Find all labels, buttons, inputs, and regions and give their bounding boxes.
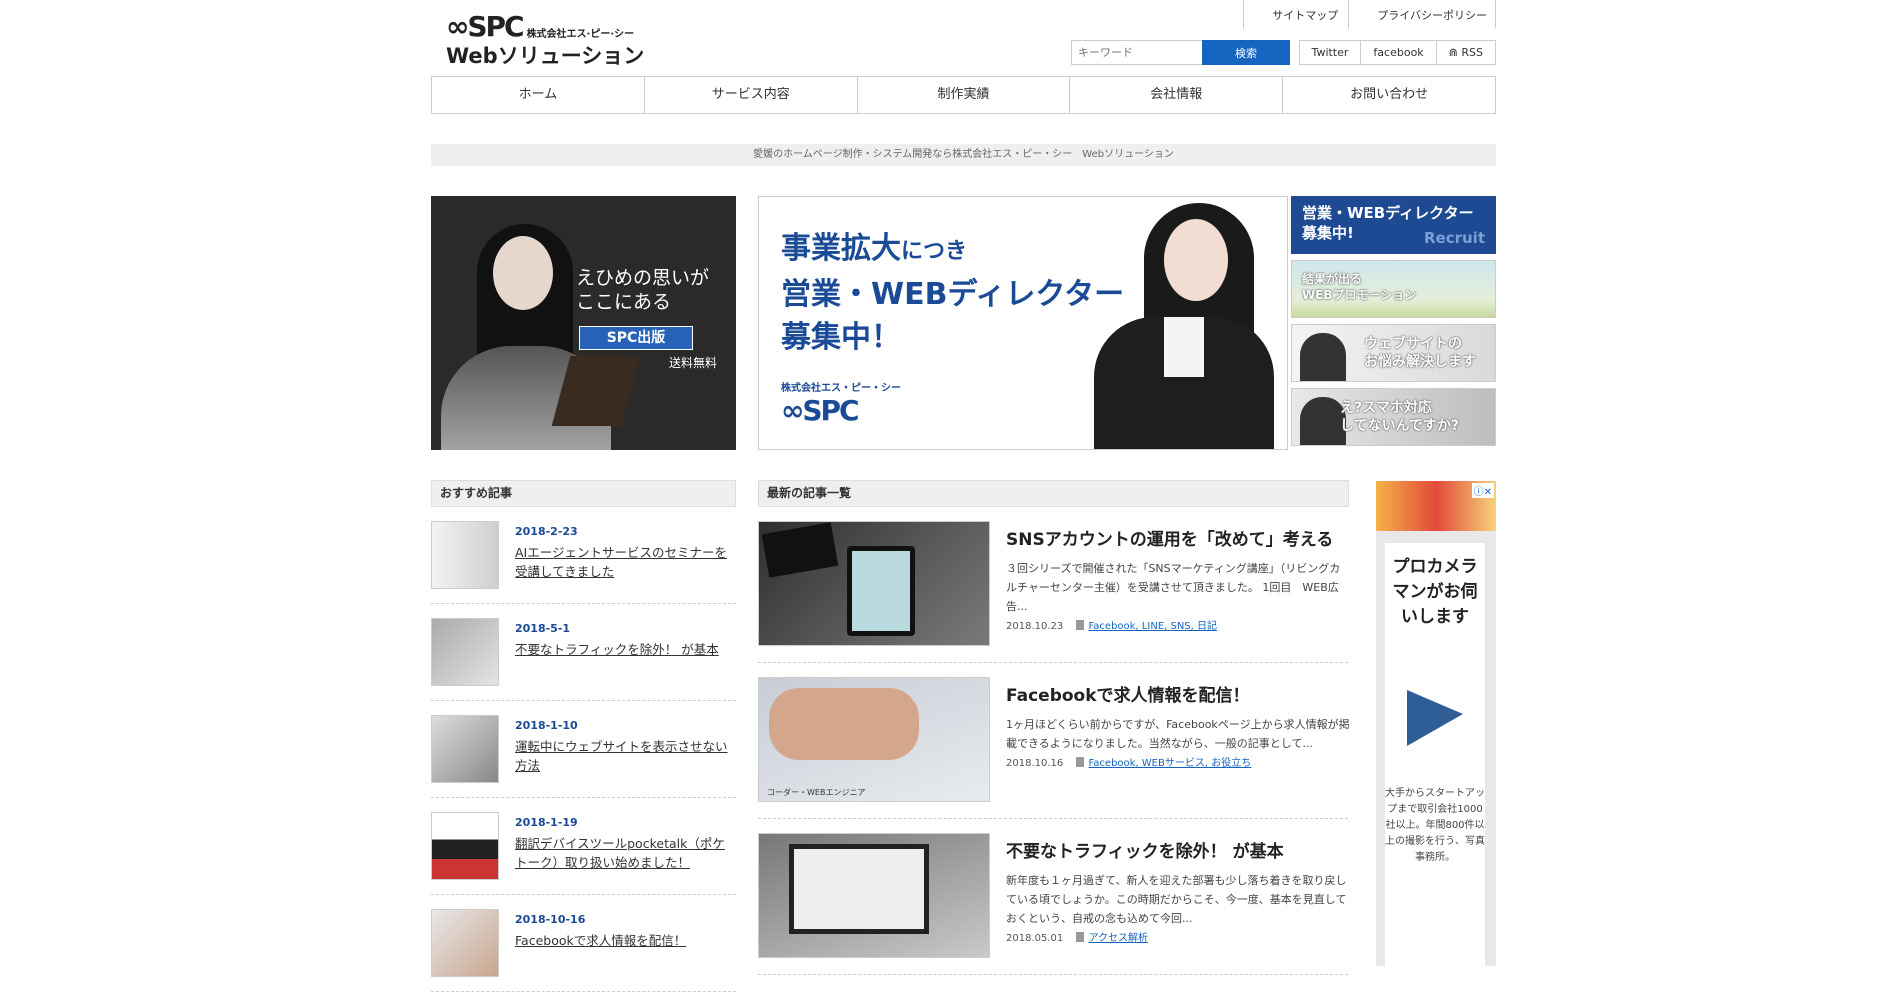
facebook-link[interactable]: facebook: [1361, 41, 1437, 64]
search-input[interactable]: [1071, 40, 1202, 65]
ad-body: 大手からスタートアップまで取引会社1000社以上。年間800件以上の撮影を行う、…: [1385, 788, 1485, 863]
recruit-banner[interactable]: 営業・WEBディレクター 募集中! Recruit: [1291, 196, 1496, 254]
article-image[interactable]: [758, 521, 990, 646]
article-thumbnail[interactable]: [431, 715, 499, 783]
website-solutions-banner[interactable]: ウェブサイトの お悩み解決します: [1291, 324, 1496, 382]
folder-icon: [1076, 757, 1085, 767]
recommended-heading: おすすめ記事: [431, 480, 736, 507]
article-image[interactable]: コーダー・WEBエンジニア: [758, 677, 990, 802]
article-meta: 2018.10.16 Facebook, WEBサービス, お役立ち: [1006, 757, 1252, 769]
twitter-link[interactable]: Twitter: [1300, 41, 1362, 64]
article-excerpt: 1ヶ月ほどくらい前からですが、Facebookページ上から求人情報が掲載できるよ…: [1006, 718, 1350, 750]
article-thumbnail[interactable]: [431, 812, 499, 880]
latest-heading: 最新の記事一覧: [758, 480, 1349, 507]
top-links: サイトマップ プライバシーポリシー: [1243, 0, 1496, 28]
rss-icon: ⋒: [1448, 46, 1462, 59]
free-shipping: 送料無料: [669, 356, 718, 370]
privacy-link[interactable]: プライバシーポリシー: [1348, 0, 1496, 28]
sitemap-link[interactable]: サイトマップ: [1243, 0, 1348, 28]
article-title[interactable]: Facebookで求人情報を配信！: [1006, 681, 1250, 706]
latest-articles: 最新の記事一覧 SNSアカウントの運用を「改めて」考える ３回シリーズで開催され…: [758, 480, 1350, 975]
ad-banner[interactable]: ⓘ✕ プロカメラマンがお伺いします 大手からスタートアップまで取引会社1000社…: [1376, 481, 1496, 966]
spc-brand: SPC出版: [579, 326, 693, 350]
article-thumbnail[interactable]: [431, 618, 499, 686]
article-item[interactable]: SNSアカウントの運用を「改めて」考える ３回シリーズで開催された「SNSマーケ…: [758, 507, 1348, 663]
site-logo[interactable]: ∞SPC 株式会社エス·ピー·シー Webソリューション: [446, 12, 646, 70]
search-button[interactable]: 検索: [1202, 40, 1290, 65]
nav-contact[interactable]: お問い合わせ: [1283, 77, 1495, 113]
adchoices-icon[interactable]: ⓘ✕: [1471, 483, 1494, 498]
article-meta: 2018.05.01 アクセス解析: [1006, 932, 1148, 944]
ad-headline: プロカメラマンがお伺いします: [1392, 557, 1478, 627]
logo-title: Webソリューション: [446, 44, 645, 68]
banner-logo: 株式会社エス・ピー・シー ∞SPC: [781, 383, 901, 427]
page: ∞SPC 株式会社エス·ピー·シー Webソリューション サイトマップ プライバ…: [431, 0, 1496, 992]
list-item[interactable]: 2018-5-1 不要なトラフィックを除外！ が基本: [431, 604, 736, 701]
article-meta: 2018.10.23 Facebook, LINE, SNS, 日記: [1006, 620, 1218, 632]
folder-icon: [1076, 932, 1085, 942]
list-item[interactable]: 2018-2-23 AIエージェントサービスのセミナーを受講してきました: [431, 507, 736, 604]
site-tagline: 愛媛のホームページ制作・システム開発なら株式会社エス・ピー・シー Webソリュー…: [431, 144, 1496, 166]
recruit-main-banner[interactable]: 事業拡大につき 営業・WEBディレクター 募集中！ 株式会社エス・ピー・シー ∞…: [758, 196, 1288, 450]
article-item[interactable]: 不要なトラフィックを除外！ が基本 新年度も１ヶ月過ぎて、新人を迎えた部署も少し…: [758, 819, 1348, 975]
article-excerpt: 新年度も１ヶ月過ぎて、新人を迎えた部署も少し落ち着きを取り戻している頃でしょうか…: [1006, 874, 1347, 925]
nav-services[interactable]: サービス内容: [645, 77, 858, 113]
list-item[interactable]: 2018-1-19 翻訳デバイスツールpocketalk（ポケトーク）取り扱い始…: [431, 798, 736, 895]
article-excerpt: ３回シリーズで開催された「SNSマーケティング講座」（リビングカルチャーセンター…: [1006, 562, 1341, 613]
article-thumbnail[interactable]: [431, 909, 499, 977]
spc-publishing-banner[interactable]: えひめの思いが ここにある SPC出版 送料無料: [431, 196, 736, 450]
ad-logo-icon: [1407, 690, 1463, 746]
folder-icon: [1076, 620, 1085, 630]
article-image[interactable]: [758, 833, 990, 958]
global-nav: ホーム サービス内容 制作実績 会社情報 お問い合わせ: [431, 76, 1496, 114]
recommended-articles: おすすめ記事 2018-2-23 AIエージェントサービスのセミナーを受講してき…: [431, 480, 736, 992]
nav-works[interactable]: 制作実績: [858, 77, 1071, 113]
article-title[interactable]: 不要なトラフィックを除外！ が基本: [1006, 837, 1284, 862]
smartphone-banner[interactable]: え?スマホ対応 してないんですか?: [1291, 388, 1496, 446]
side-banners: 営業・WEBディレクター 募集中! Recruit 結果が出る WEBプロモーション…: [1291, 196, 1496, 452]
nav-home[interactable]: ホーム: [432, 77, 645, 113]
logo-mark: ∞SPC: [446, 10, 525, 43]
nav-company[interactable]: 会社情報: [1070, 77, 1284, 113]
list-item[interactable]: 2018-10-16 Facebookで求人情報を配信！: [431, 895, 736, 992]
article-thumbnail[interactable]: [431, 521, 499, 589]
article-title[interactable]: SNSアカウントの運用を「改めて」考える: [1006, 525, 1333, 550]
logo-company: 株式会社エス·ピー·シー: [526, 28, 635, 40]
social-links: Twitter facebook ⋒ RSS: [1298, 40, 1496, 65]
search-form: 検索: [1071, 40, 1290, 65]
list-item[interactable]: 2018-1-10 運転中にウェブサイトを表示させない方法: [431, 701, 736, 798]
article-item[interactable]: コーダー・WEBエンジニア Facebookで求人情報を配信！ 1ヶ月ほどくらい…: [758, 663, 1350, 819]
promotion-banner[interactable]: 結果が出る WEBプロモーション: [1291, 260, 1496, 318]
rss-link[interactable]: ⋒ RSS: [1437, 41, 1495, 64]
